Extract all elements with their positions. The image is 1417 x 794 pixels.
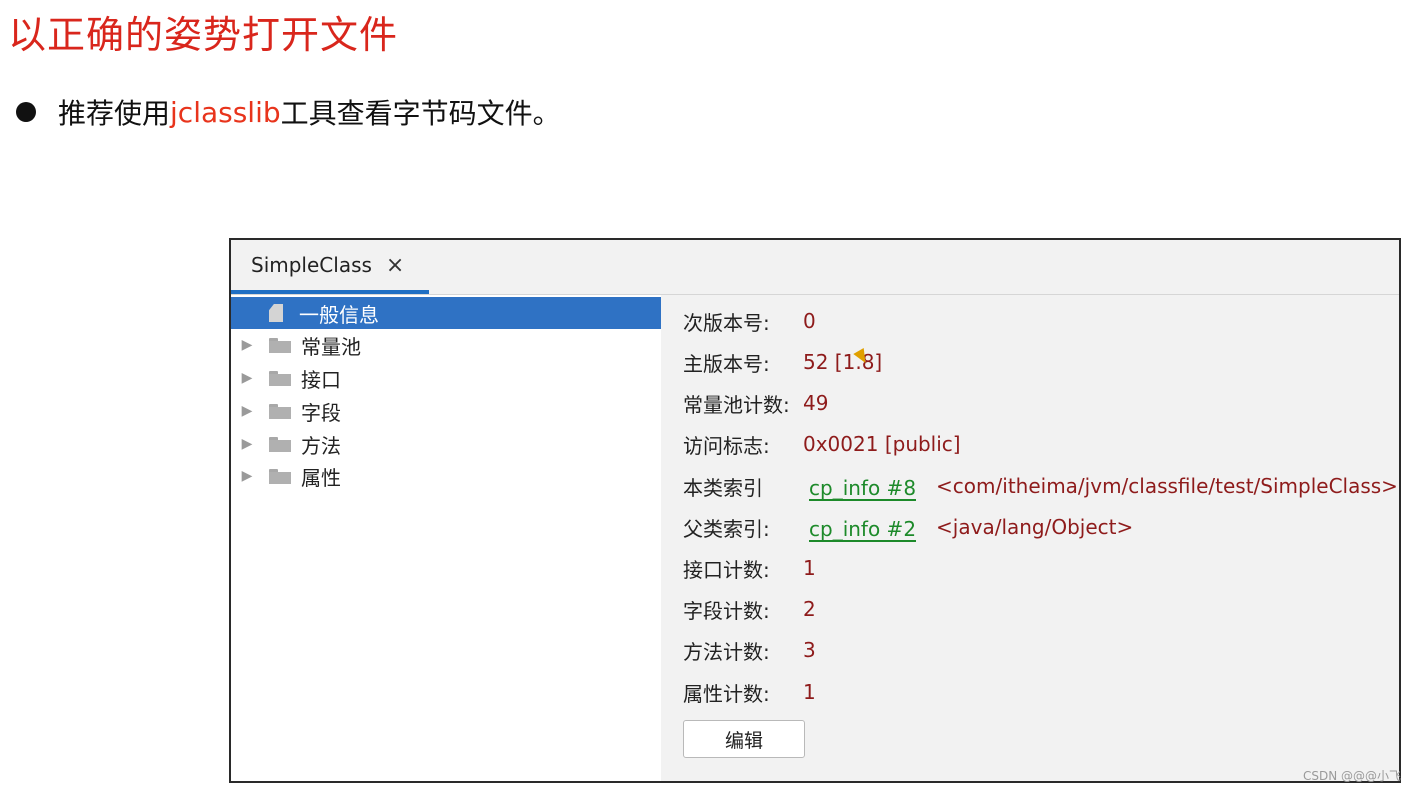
- tree-item-fields[interactable]: ▶ 字段: [231, 395, 661, 427]
- tree-item-interfaces[interactable]: ▶ 接口: [231, 362, 661, 394]
- major-version-row: 主版本号: 52 [1.8]: [683, 347, 882, 377]
- major-version-value: 52 [1.8]: [803, 350, 883, 374]
- constant-pool-count-value: 49: [803, 391, 829, 415]
- this-class-row: 本类索引 cp_info #8 <com/itheima/jvm/classfi…: [683, 471, 1398, 501]
- folder-icon: [269, 370, 291, 386]
- this-class-value: <com/itheima/jvm/classfile/test/SimpleCl…: [936, 474, 1398, 498]
- super-class-label: 父类索引:: [683, 516, 770, 541]
- folder-icon: [269, 468, 291, 484]
- interfaces-count-row: 接口计数: 1: [683, 553, 816, 583]
- tree-item-label: 方法: [301, 433, 341, 458]
- slide-title: 以正确的姿势打开文件: [8, 13, 399, 57]
- bullet-text-prefix: 推荐使用: [58, 97, 171, 130]
- bullet-text-suffix: 工具查看字节码文件。: [280, 97, 561, 130]
- minor-version-row: 次版本号: 0: [683, 306, 816, 336]
- attributes-count-row: 属性计数: 1: [683, 677, 816, 707]
- attributes-count-label: 属性计数:: [683, 681, 770, 706]
- edit-button[interactable]: 编辑: [683, 720, 805, 758]
- super-class-row: 父类索引: cp_info #2 <java/lang/Object>: [683, 512, 1133, 542]
- tree-item-label: 属性: [301, 465, 341, 490]
- access-flags-row: 访问标志: 0x0021 [public]: [683, 429, 961, 459]
- expand-arrow-icon[interactable]: ▶: [239, 370, 255, 386]
- constant-pool-count-row: 常量池计数: 49: [683, 388, 828, 418]
- expand-arrow-icon[interactable]: ▶: [239, 468, 255, 484]
- minor-version-label: 次版本号:: [683, 310, 770, 335]
- access-flags-label: 访问标志:: [683, 433, 770, 458]
- methods-count-label: 方法计数:: [683, 639, 770, 664]
- tab-bar: SimpleClass ×: [231, 240, 1399, 295]
- this-class-cp-link[interactable]: cp_info #8: [809, 471, 917, 501]
- tree-item-constant-pool[interactable]: ▶ 常量池: [231, 329, 661, 361]
- watermark: CSDN @@@小飞: [1302, 769, 1401, 783]
- tree-item-label: 一般信息: [299, 302, 379, 327]
- interfaces-count-value: 1: [803, 556, 816, 580]
- close-icon[interactable]: ×: [386, 253, 404, 278]
- bullet-dot-icon: [16, 102, 36, 122]
- tree-item-label: 常量池: [301, 334, 361, 359]
- tree-item-attributes[interactable]: ▶ 属性: [231, 460, 661, 492]
- this-class-label: 本类索引: [683, 475, 763, 500]
- tree-item-general-info[interactable]: 一般信息: [231, 297, 661, 329]
- tree-item-methods[interactable]: ▶ 方法: [231, 428, 661, 460]
- general-info-panel: 次版本号: 0 主版本号: 52 [1.8] 常量池计数: 49 访问标志: 0…: [683, 295, 1399, 781]
- bullet-highlight-jclasslib: jclasslib: [170, 95, 281, 129]
- tab-simpleclass[interactable]: SimpleClass ×: [231, 240, 429, 294]
- fields-count-label: 字段计数:: [683, 598, 770, 623]
- methods-count-value: 3: [803, 638, 816, 662]
- super-class-cp-link[interactable]: cp_info #2: [809, 512, 917, 542]
- interfaces-count-label: 接口计数:: [683, 557, 770, 582]
- attributes-count-value: 1: [803, 680, 816, 704]
- expand-arrow-icon[interactable]: ▶: [239, 436, 255, 452]
- tree-item-label: 接口: [301, 367, 341, 392]
- tree-item-label: 字段: [301, 400, 341, 425]
- expand-arrow-icon[interactable]: ▶: [239, 337, 255, 353]
- folder-icon: [269, 436, 291, 452]
- super-class-value: <java/lang/Object>: [936, 515, 1134, 539]
- folder-icon: [269, 337, 291, 353]
- structure-tree: 一般信息 ▶ 常量池 ▶ 接口 ▶ 字段 ▶ 方法 ▶ 属性: [231, 295, 661, 781]
- fields-count-value: 2: [803, 597, 816, 621]
- access-flags-value: 0x0021 [public]: [803, 432, 961, 456]
- file-icon: [269, 304, 283, 322]
- methods-count-row: 方法计数: 3: [683, 635, 816, 665]
- constant-pool-count-label: 常量池计数:: [683, 392, 790, 417]
- jclasslib-window: SimpleClass × 一般信息 ▶ 常量池 ▶ 接口 ▶ 字段 ▶ 方法: [229, 238, 1401, 783]
- expand-arrow-icon[interactable]: ▶: [239, 403, 255, 419]
- fields-count-row: 字段计数: 2: [683, 594, 816, 624]
- tab-label: SimpleClass: [251, 253, 372, 277]
- bullet-line: 推荐使用 jclasslib 工具查看字节码文件。: [16, 92, 561, 132]
- major-version-label: 主版本号:: [683, 351, 770, 376]
- minor-version-value: 0: [803, 309, 816, 333]
- folder-icon: [269, 403, 291, 419]
